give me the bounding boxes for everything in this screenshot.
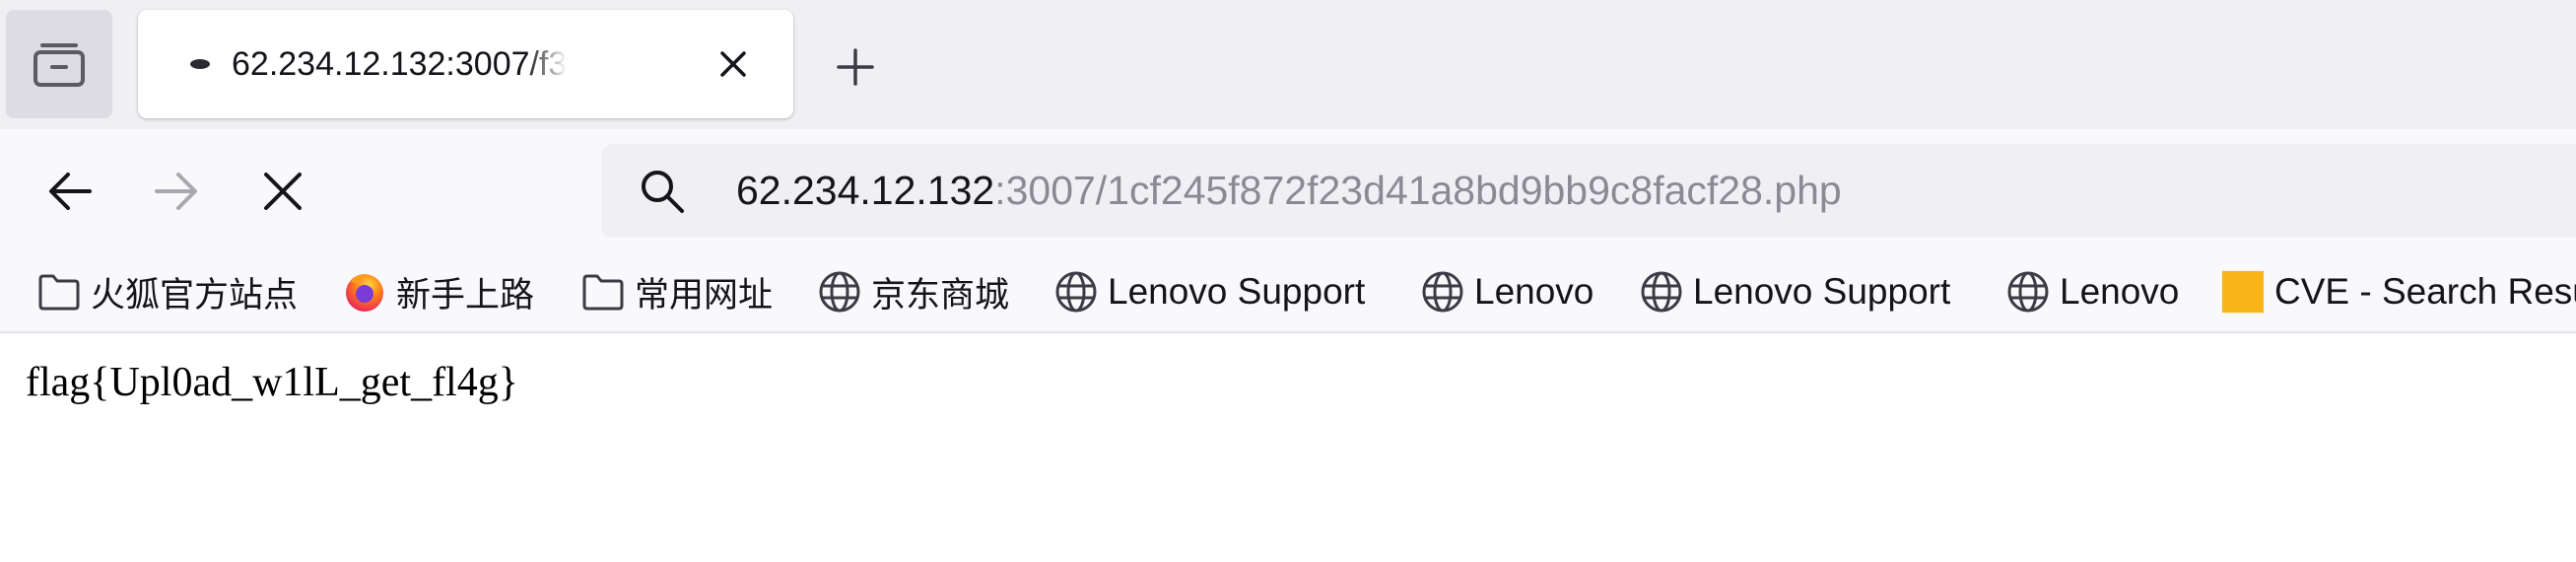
back-button[interactable] [35, 157, 104, 226]
tab-close-button[interactable] [714, 45, 752, 83]
bookmark-label: 常用网址 [635, 275, 774, 316]
bookmark-jd[interactable]: 京东商城 [818, 252, 1009, 331]
url-host: 62.234.12.132 [736, 168, 995, 213]
tab-title: 62.234.12.132:3007/f3b94e88 [232, 45, 567, 83]
bookmark-lenovo-2[interactable]: Lenovo [2006, 252, 2179, 331]
bookmark-getting-started[interactable]: 新手上路 [343, 252, 534, 331]
close-icon [720, 51, 746, 77]
url-text[interactable]: 62.234.12.132:3007/1cf245f872f23d41a8bd9… [736, 144, 1842, 238]
flag-text: flag{Upl0ad_w1lL_get_fl4g} [26, 360, 518, 405]
address-bar[interactable]: 62.234.12.132:3007/1cf245f872f23d41a8bd9… [601, 144, 2576, 238]
globe-icon [1421, 270, 1464, 314]
new-tab-button[interactable] [828, 39, 883, 95]
firefox-view-icon [34, 43, 85, 87]
bookmark-lenovo-1[interactable]: Lenovo [1421, 252, 1593, 331]
bookmarks-toolbar: 火狐官方站点 新手上路 常用网址 京东商城 Lenovo Support Len… [0, 252, 2576, 333]
plus-icon [837, 48, 874, 86]
loading-dot-icon [190, 59, 210, 69]
folder-icon [581, 270, 625, 314]
globe-icon [1640, 270, 1683, 314]
url-path: :3007/1cf245f872f23d41a8bd9bb9c8facf28.p… [994, 168, 1842, 213]
navigation-toolbar: 62.234.12.132:3007/1cf245f872f23d41a8bd9… [0, 129, 2576, 252]
bookmark-label: 火狐官方站点 [91, 275, 299, 316]
globe-icon [818, 270, 861, 314]
bookmark-folder-firefox-official[interactable]: 火狐官方站点 [37, 252, 298, 331]
search-icon [642, 171, 684, 213]
firefox-icon [343, 270, 386, 314]
stop-x-icon [264, 173, 302, 210]
bookmark-label: Lenovo Support [1693, 271, 1951, 312]
bookmark-label: 新手上路 [396, 275, 535, 316]
firefox-view-button[interactable] [6, 10, 112, 118]
bookmark-label: 京东商城 [871, 275, 1010, 316]
folder-icon [37, 270, 81, 314]
forward-button[interactable] [142, 157, 211, 226]
globe-icon [2006, 270, 2050, 314]
tab-strip: 62.234.12.132:3007/f3b94e88 [0, 0, 2576, 129]
bookmark-label: Lenovo [1474, 271, 1594, 312]
stop-button[interactable] [248, 157, 317, 226]
bookmark-cve-search[interactable]: CVE - Search Results [2221, 252, 2576, 331]
active-tab[interactable]: 62.234.12.132:3007/f3b94e88 [138, 10, 793, 118]
bookmark-folder-common-sites[interactable]: 常用网址 [581, 252, 773, 331]
bookmark-lenovo-support-1[interactable]: Lenovo Support [1054, 252, 1365, 331]
arrow-left-icon [49, 173, 92, 210]
bookmark-label: Lenovo [2060, 271, 2180, 312]
page-content: flag{Upl0ad_w1lL_get_fl4g} [0, 333, 2576, 562]
arrow-right-icon [155, 173, 197, 210]
bookmark-lenovo-support-2[interactable]: Lenovo Support [1640, 252, 1950, 331]
globe-icon [1054, 270, 1098, 314]
bookmark-label: CVE - Search Results [2274, 271, 2576, 312]
bookmark-label: Lenovo Support [1108, 271, 1366, 312]
cve-square-icon [2221, 270, 2265, 314]
